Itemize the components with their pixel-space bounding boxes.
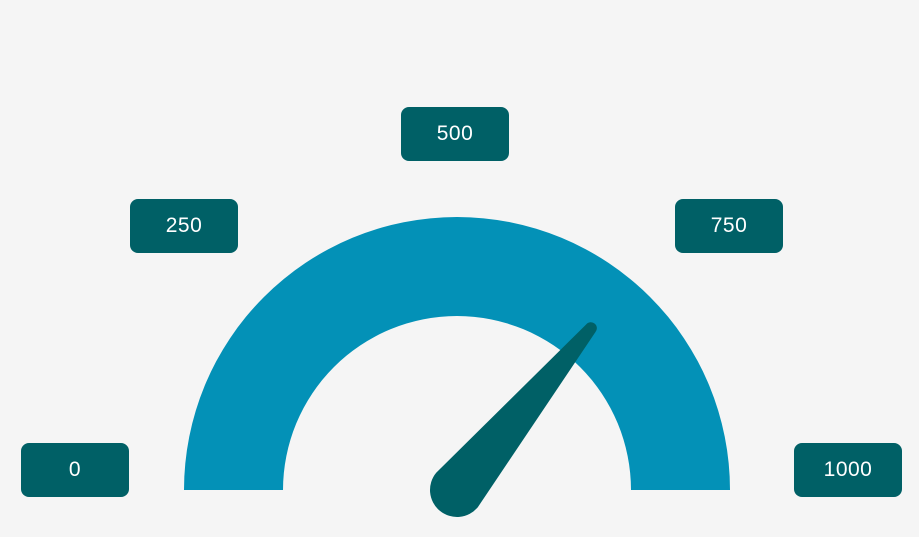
tick-label-0: 0 [21,443,129,497]
gauge-arc [184,217,730,490]
gauge-svg [184,217,730,517]
tick-label-1000: 1000 [794,443,902,497]
gauge-chart: 0 250 500 750 1000 [0,0,919,537]
tick-label-250: 250 [130,199,238,253]
gauge-needle [430,322,597,517]
tick-label-750: 750 [675,199,783,253]
tick-label-500: 500 [401,107,509,161]
